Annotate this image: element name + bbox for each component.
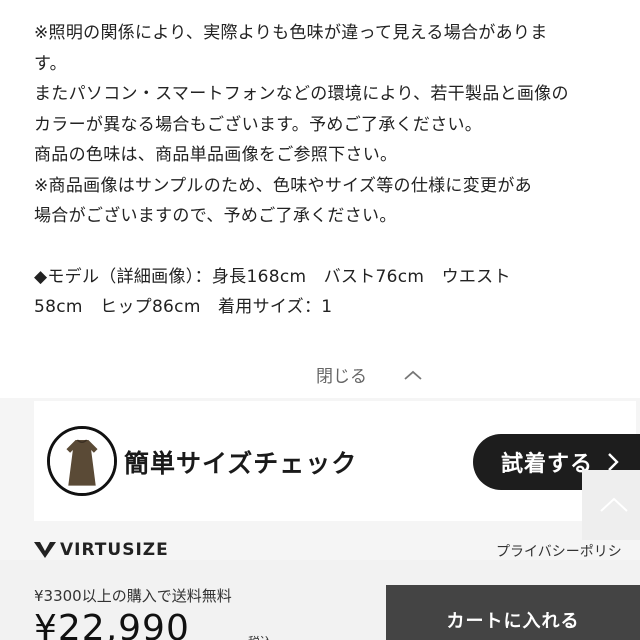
virtusize-logo-text: VIRTUSIZE xyxy=(60,540,169,560)
model-info-line: ◆モデル（詳細画像）：身長168cm バスト76cm ウエスト xyxy=(34,266,511,287)
note-line: またパソコン・スマートフォンなどの環境により、若干製品と画像の xyxy=(34,84,569,104)
price: ¥22,990 xyxy=(34,608,190,640)
try-on-label: 試着する xyxy=(501,452,594,477)
product-notes: ※照明の関係により、実際よりも色味が違って見える場合がありま す。 またパソコン… xyxy=(34,18,640,323)
free-shipping-note: ¥3300以上の購入で送料無料 xyxy=(34,587,232,605)
tax-label: 税込 xyxy=(248,633,272,640)
dress-icon xyxy=(47,426,117,496)
virtusize-mark-icon xyxy=(34,542,56,558)
chevron-up-icon xyxy=(600,497,628,512)
model-info-line: 58cm ヒップ86cm 着用サイズ：1 xyxy=(34,297,333,317)
note-line: カラーが異なる場合もございます。予めご了承ください。 xyxy=(34,114,483,135)
add-to-cart-label: カートに入れる xyxy=(446,611,580,632)
note-line: 場合がございますので、予めご了承ください。 xyxy=(34,206,397,226)
chevron-up-icon xyxy=(404,370,422,380)
chevron-right-icon xyxy=(608,453,619,471)
virtusize-logo: VIRTUSIZE xyxy=(34,540,169,560)
note-line: ※照明の関係により、実際よりも色味が違って見える場合がありま xyxy=(34,23,548,43)
privacy-policy-link[interactable]: プライバシーポリシ xyxy=(496,541,622,561)
scroll-to-top-button[interactable] xyxy=(582,470,640,540)
note-line: 商品の色味は、商品単品画像をご参照下さい。 xyxy=(34,145,398,165)
close-label: 閉じる xyxy=(316,367,367,387)
size-check-title: 簡単サイズチェック xyxy=(124,449,358,478)
note-line: ※商品画像はサンプルのため、色味やサイズ等の仕様に変更があ xyxy=(34,175,532,196)
add-to-cart-button[interactable]: カートに入れる xyxy=(386,585,640,640)
note-line: す。 xyxy=(34,53,67,74)
close-details-toggle[interactable]: 閉じる xyxy=(316,362,423,387)
